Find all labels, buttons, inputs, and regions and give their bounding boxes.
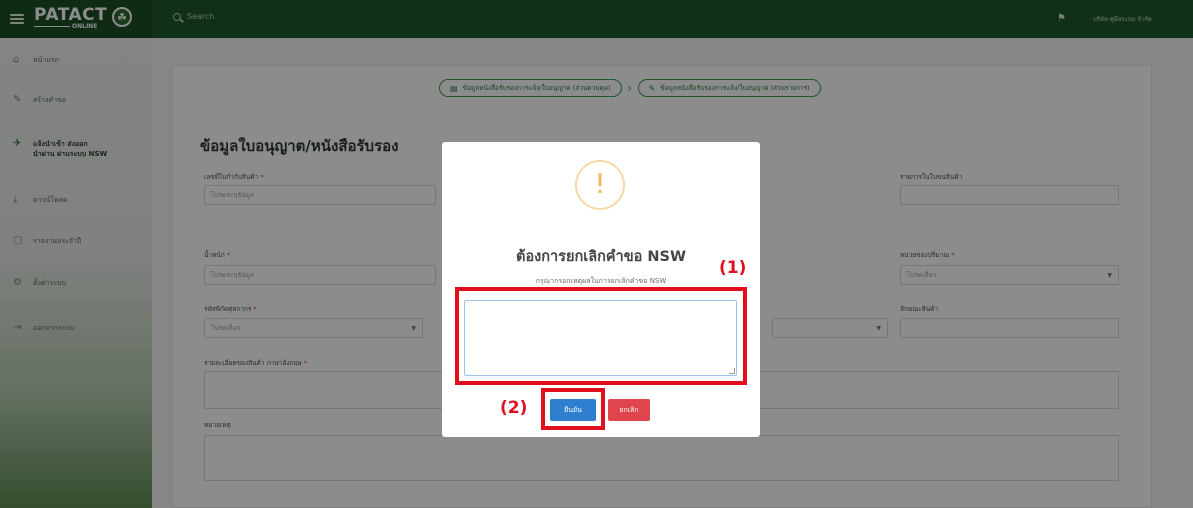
dialog-subtitle: กรุณากรอกเหตุผลในการยกเลิกคำขอ NSW	[535, 277, 667, 285]
annotation-label-2: (2)	[500, 398, 528, 418]
annotation-label-1: (1)	[719, 258, 747, 278]
cancel-button[interactable]: ยกเลิก	[608, 399, 650, 421]
annotation-box-2	[541, 388, 605, 430]
annotation-box-1	[455, 287, 747, 385]
warning-icon: !	[575, 160, 625, 210]
dialog-title: ต้องการยกเลิกคำขอ NSW	[516, 249, 686, 265]
